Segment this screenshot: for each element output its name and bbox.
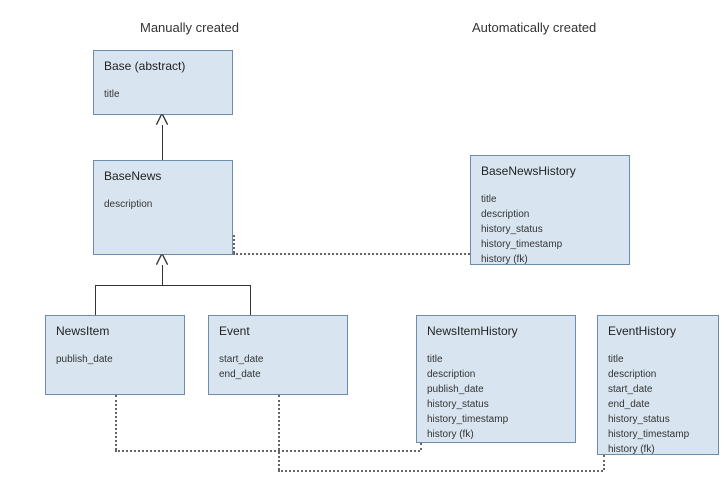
box-basenews: BaseNews description [93, 160, 233, 255]
box-field: history_status [608, 412, 708, 427]
dotted-connector [420, 443, 422, 450]
box-field: history_status [427, 397, 565, 412]
box-field: end_date [219, 367, 337, 382]
box-field: publish_date [56, 352, 174, 367]
box-newsitemhistory: NewsItemHistory title description publis… [416, 315, 576, 443]
box-title: BaseNewsHistory [481, 164, 619, 178]
box-event: Event start_date end_date [208, 315, 348, 395]
box-field: title [608, 352, 708, 367]
box-field: title [427, 352, 565, 367]
dotted-connector [115, 450, 420, 452]
box-field: description [481, 207, 619, 222]
box-field: history (fk) [608, 442, 708, 457]
box-field: description [608, 367, 708, 382]
box-base: Base (abstract) title [93, 50, 233, 115]
box-basenewshistory: BaseNewsHistory title description histor… [470, 155, 630, 265]
box-field: history_status [481, 222, 619, 237]
box-field: description [427, 367, 565, 382]
connector [250, 285, 251, 315]
box-field: description [104, 197, 222, 212]
box-newsitem: NewsItem publish_date [45, 315, 185, 395]
box-field: publish_date [427, 382, 565, 397]
arrow-head-icon [157, 255, 167, 265]
box-field: title [104, 87, 222, 102]
label-auto: Automatically created [472, 20, 596, 35]
dotted-connector [115, 395, 117, 450]
box-title: Base (abstract) [104, 59, 222, 73]
box-field: history_timestamp [427, 412, 565, 427]
arrow-head-icon [157, 115, 167, 125]
box-field: start_date [608, 382, 708, 397]
dotted-connector [233, 235, 235, 253]
box-title: BaseNews [104, 169, 222, 183]
inheritance-arrow [162, 265, 163, 285]
box-title: Event [219, 324, 337, 338]
inheritance-arrow [162, 125, 163, 160]
connector [95, 285, 96, 315]
dotted-connector [603, 455, 605, 470]
box-title: NewsItemHistory [427, 324, 565, 338]
box-field: history (fk) [427, 427, 565, 442]
box-field: end_date [608, 397, 708, 412]
box-eventhistory: EventHistory title description start_dat… [597, 315, 719, 455]
box-field: history_timestamp [608, 427, 708, 442]
box-field: history (fk) [481, 252, 619, 267]
box-title: EventHistory [608, 324, 708, 338]
box-title: NewsItem [56, 324, 174, 338]
connector [95, 285, 250, 286]
box-field: title [481, 192, 619, 207]
label-manual: Manually created [140, 20, 239, 35]
dotted-connector [233, 253, 470, 255]
dotted-connector [278, 395, 280, 470]
dotted-connector [278, 470, 603, 472]
box-field: start_date [219, 352, 337, 367]
box-field: history_timestamp [481, 237, 619, 252]
